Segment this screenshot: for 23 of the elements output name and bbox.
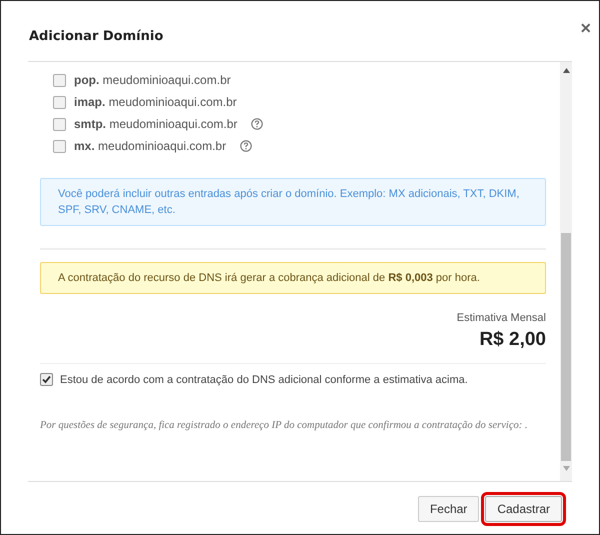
scroll-down-icon[interactable] [562, 466, 570, 471]
checkbox[interactable] [53, 140, 66, 152]
checkbox[interactable] [40, 373, 53, 386]
security-note: Por questões de segurança, fica registrado o endereço IP do computador que confirmou a contratação do serviço: . [40, 419, 528, 433]
estimate-label: Estimativa Mensal [456, 311, 546, 326]
warning-note: A contratação do recurso de DNS irá gerar a cobrança adicional de R$ 0,003 por hora. [40, 262, 546, 294]
scrollbar[interactable] [560, 62, 572, 481]
help-icon[interactable] [251, 118, 264, 130]
domain-label: smtp. meudominioaqui.com.br [74, 116, 238, 133]
info-note: Você poderá incluir outras entradas após criar o domínio. Exemplo: MX adicionais, TXT, DKIM, SPF, SRV, CNAME, etc. [40, 178, 546, 226]
scroll-up-icon[interactable] [562, 68, 570, 73]
close-button[interactable]: × [580, 19, 591, 37]
domain-label: mx. meudominioaqui.com.br [74, 138, 226, 155]
dialog-title: Adicionar Domínio [29, 28, 164, 46]
domain-label: pop. meudominioaqui.com.br [74, 72, 231, 89]
checkbox[interactable] [53, 118, 66, 130]
help-icon[interactable] [240, 140, 252, 152]
dialog-button[interactable]: Fechar [418, 496, 480, 522]
checkbox[interactable] [53, 96, 66, 108]
domain-label: imap. meudominioaqui.com.br [74, 94, 237, 111]
agreement-label: Estou de acordo com a contratação do DNS adicional conforme a estimativa acima. [60, 372, 468, 388]
checkbox[interactable] [53, 74, 66, 86]
estimate-value: R$ 2,00 [479, 328, 546, 352]
